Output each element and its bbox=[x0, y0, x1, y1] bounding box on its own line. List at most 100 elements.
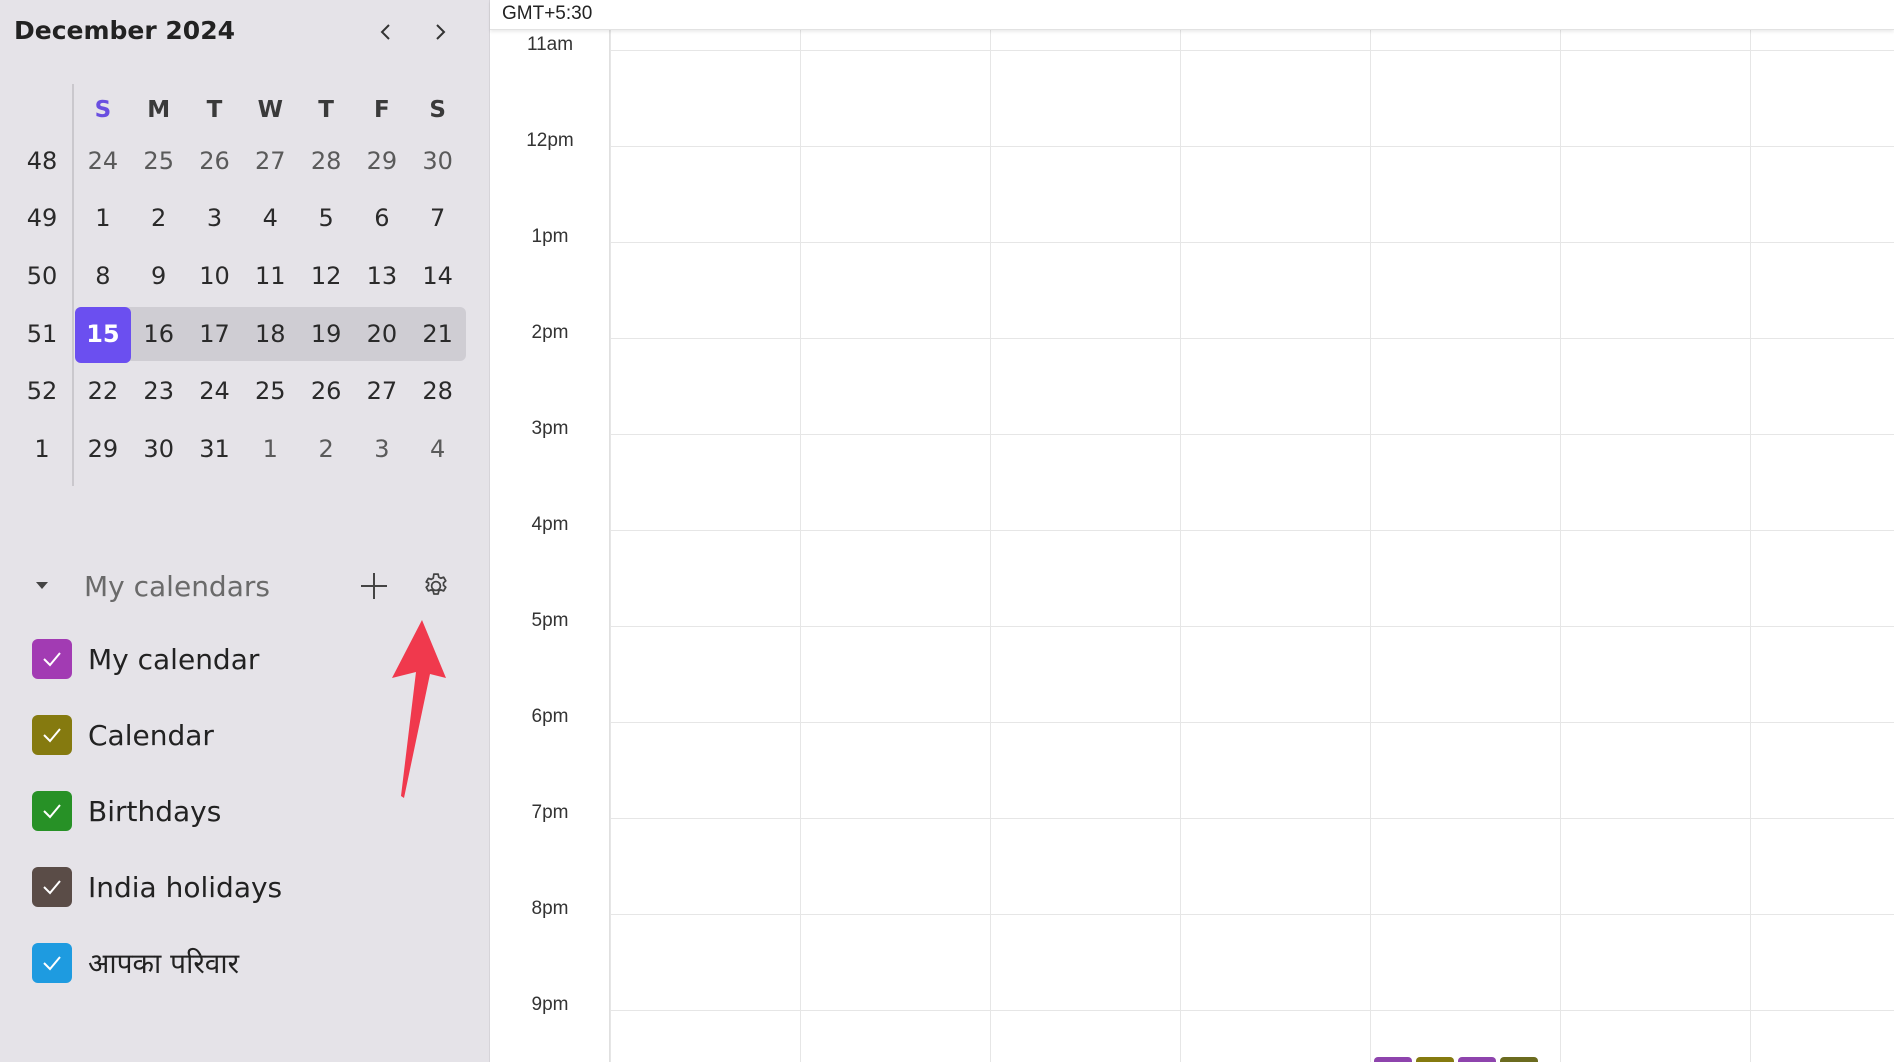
week-number[interactable]: 49 bbox=[14, 204, 70, 232]
calendar-checkbox[interactable] bbox=[32, 791, 72, 831]
gear-icon bbox=[425, 573, 447, 595]
day-cell[interactable]: 2 bbox=[298, 435, 354, 463]
event-chip[interactable] bbox=[1500, 1057, 1538, 1062]
calendar-checkbox[interactable] bbox=[32, 867, 72, 907]
day-cell[interactable]: 30 bbox=[410, 147, 466, 175]
day-cell[interactable]: 29 bbox=[75, 435, 131, 463]
day-cell[interactable]: 11 bbox=[242, 262, 298, 290]
day-cell[interactable]: 5 bbox=[298, 204, 354, 232]
hour-gridline bbox=[610, 530, 1894, 531]
day-column-divider bbox=[1560, 30, 1561, 1062]
week-number[interactable]: 52 bbox=[14, 377, 70, 405]
day-cell[interactable]: 28 bbox=[298, 147, 354, 175]
calendar-settings-button[interactable] bbox=[416, 566, 456, 606]
calendar-item-birthdays[interactable]: Birthdays bbox=[32, 789, 221, 833]
day-cell[interactable]: 22 bbox=[75, 377, 131, 405]
day-cell[interactable]: 10 bbox=[187, 262, 243, 290]
day-column-divider bbox=[800, 30, 801, 1062]
hour-gridline bbox=[610, 338, 1894, 339]
calendar-item-calendar[interactable]: Calendar bbox=[32, 713, 214, 757]
hour-gridline bbox=[610, 1010, 1894, 1011]
day-column-divider bbox=[1370, 30, 1371, 1062]
day-cell[interactable]: 2 bbox=[131, 204, 187, 232]
day-cell[interactable]: 27 bbox=[354, 377, 410, 405]
hour-label: 1pm bbox=[531, 226, 569, 247]
day-cell[interactable]: 24 bbox=[75, 147, 131, 175]
dow-tue: T bbox=[206, 97, 223, 123]
today-cell[interactable]: 15 bbox=[75, 306, 131, 363]
day-cell[interactable]: 6 bbox=[354, 204, 410, 232]
chevron-right-icon bbox=[436, 24, 446, 40]
day-cell[interactable]: 25 bbox=[131, 147, 187, 175]
day-cell[interactable]: 26 bbox=[187, 147, 243, 175]
day-cell[interactable]: 30 bbox=[131, 435, 187, 463]
next-month-button[interactable] bbox=[418, 14, 462, 50]
dow-fri: F bbox=[374, 97, 390, 123]
day-cell[interactable]: 16 bbox=[131, 320, 187, 348]
day-cell[interactable]: 29 bbox=[354, 147, 410, 175]
check-icon bbox=[43, 880, 61, 895]
hour-label: 7pm bbox=[531, 802, 569, 823]
day-cell[interactable]: 28 bbox=[410, 377, 466, 405]
day-cell[interactable]: 21 bbox=[410, 320, 466, 348]
calendar-item-india-holidays[interactable]: India holidays bbox=[32, 865, 282, 909]
mini-calendar: S M T W T F S 48 24 25 26 27 28 29 30 49… bbox=[14, 88, 474, 478]
day-cell[interactable]: 27 bbox=[242, 147, 298, 175]
add-calendar-button[interactable] bbox=[354, 566, 394, 606]
day-cell[interactable]: 1 bbox=[242, 435, 298, 463]
day-cell[interactable]: 20 bbox=[354, 320, 410, 348]
calendar-checkbox[interactable] bbox=[32, 943, 72, 983]
day-column-divider bbox=[1750, 30, 1751, 1062]
event-chip[interactable] bbox=[1374, 1057, 1412, 1062]
prev-month-button[interactable] bbox=[364, 14, 408, 50]
calendar-label: India holidays bbox=[88, 870, 283, 904]
day-cell[interactable]: 3 bbox=[354, 435, 410, 463]
day-cell[interactable]: 19 bbox=[298, 320, 354, 348]
week-row: 49 1 2 3 4 5 6 7 bbox=[14, 190, 474, 248]
calendar-checkbox[interactable] bbox=[32, 639, 72, 679]
day-cell[interactable]: 18 bbox=[242, 320, 298, 348]
my-calendars-title[interactable]: My calendars bbox=[84, 570, 270, 603]
day-cell[interactable]: 25 bbox=[242, 377, 298, 405]
plus-icon bbox=[361, 573, 387, 599]
week-number[interactable]: 50 bbox=[14, 262, 70, 290]
day-cell[interactable]: 4 bbox=[242, 204, 298, 232]
hour-gridline bbox=[610, 242, 1894, 243]
day-cell[interactable]: 24 bbox=[187, 377, 243, 405]
week-number[interactable]: 1 bbox=[14, 435, 70, 463]
day-cell[interactable]: 4 bbox=[410, 435, 466, 463]
day-cell[interactable]: 23 bbox=[131, 377, 187, 405]
day-cell[interactable]: 3 bbox=[187, 204, 243, 232]
day-cell[interactable]: 7 bbox=[410, 204, 466, 232]
day-cell[interactable]: 26 bbox=[298, 377, 354, 405]
day-cell[interactable]: 31 bbox=[187, 435, 243, 463]
day-column-divider bbox=[990, 30, 991, 1062]
week-number[interactable]: 51 bbox=[14, 320, 70, 348]
day-cell[interactable]: 1 bbox=[75, 204, 131, 232]
calendar-checkbox[interactable] bbox=[32, 715, 72, 755]
check-icon bbox=[43, 956, 61, 971]
check-icon bbox=[43, 804, 61, 819]
day-cell[interactable]: 9 bbox=[131, 262, 187, 290]
hour-gridline bbox=[610, 818, 1894, 819]
day-cell[interactable]: 12 bbox=[298, 262, 354, 290]
day-cell[interactable]: 8 bbox=[75, 262, 131, 290]
my-calendars-header: My calendars bbox=[30, 560, 470, 612]
event-chip[interactable] bbox=[1416, 1057, 1454, 1062]
sidebar: December 2024 S M T W T F S 48 24 25 26 … bbox=[0, 0, 490, 1062]
day-cell[interactable]: 14 bbox=[410, 262, 466, 290]
calendar-label: Birthdays bbox=[88, 794, 222, 828]
week-number[interactable]: 48 bbox=[14, 147, 70, 175]
caret-down-icon bbox=[36, 582, 48, 589]
calendar-item-my-calendar[interactable]: My calendar bbox=[32, 637, 259, 681]
hour-label: 5pm bbox=[531, 610, 569, 631]
collapse-button[interactable] bbox=[30, 574, 54, 598]
hour-label: 3pm bbox=[531, 418, 569, 439]
week-row: 1 29 30 31 1 2 3 4 bbox=[14, 420, 474, 478]
day-cell[interactable]: 13 bbox=[354, 262, 410, 290]
week-row-selected: 51 15 16 17 18 19 20 21 bbox=[14, 305, 474, 363]
day-cell[interactable]: 17 bbox=[187, 320, 243, 348]
hour-label: 11am bbox=[526, 34, 574, 55]
calendar-item-family[interactable]: आपका परिवार bbox=[32, 941, 239, 985]
event-chip[interactable] bbox=[1458, 1057, 1496, 1062]
